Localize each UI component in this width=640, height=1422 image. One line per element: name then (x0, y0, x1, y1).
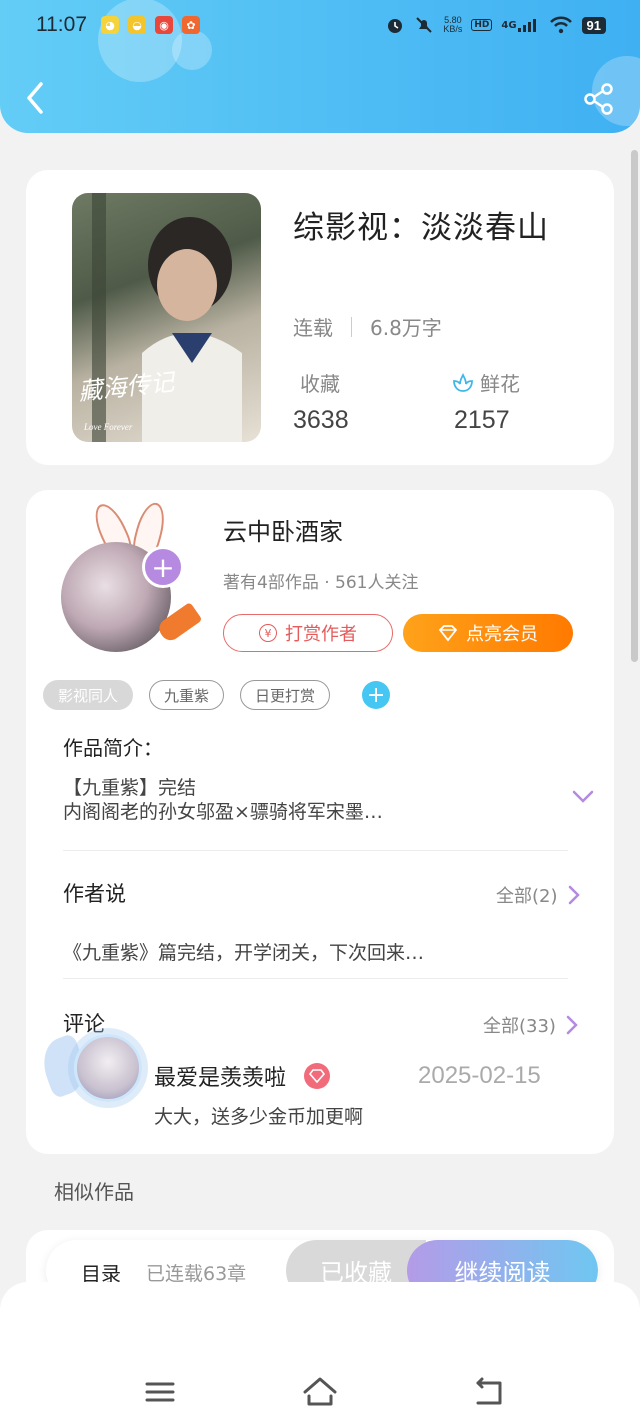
comments-heading: 评论 (63, 1012, 105, 1036)
favorites-count: 3638 (293, 406, 349, 434)
add-tag-button[interactable]: + (362, 681, 391, 709)
yen-coin-icon: ¥ (259, 624, 277, 642)
commenter-avatar[interactable] (74, 1034, 142, 1102)
menu-nav-button[interactable] (140, 1372, 180, 1412)
comments-see-all[interactable]: 全部(33) (483, 1012, 578, 1038)
app-icon: ◕ (101, 16, 119, 34)
back-nav-button[interactable] (468, 1372, 508, 1412)
author-says-see-all[interactable]: 全部(2) (496, 882, 580, 908)
expand-intro-icon[interactable] (572, 790, 594, 804)
see-all-label: 全部(33) (483, 1016, 556, 1037)
chevron-right-icon (566, 1015, 578, 1035)
vip-badge-icon (304, 1063, 331, 1089)
back-button[interactable] (22, 80, 52, 116)
author-stats: 著有4部作品 · 561人关注 (223, 573, 419, 593)
net-speed: 5.80 KB/s (443, 16, 462, 34)
meta-divider (351, 316, 352, 337)
status-indicators: 5.80 KB/s HD 4G 91 (385, 15, 606, 35)
hd-badge: HD (471, 19, 493, 31)
cell-signal-icon: 4G (501, 18, 539, 32)
author-name[interactable]: 云中卧酒家 (223, 512, 343, 547)
alarm-icon (385, 15, 405, 35)
author-avatar-frame[interactable]: + (58, 499, 203, 652)
similar-works-heading: 相似作品 (54, 1180, 134, 1204)
book-info-card: 藏海传记 Love Forever 综影视：淡淡春山 连载 6.8万字 收藏 3… (26, 170, 614, 465)
flowers-count: 2157 (454, 406, 510, 434)
battery-indicator: 91 (581, 16, 606, 34)
flowers-label[interactable]: 鲜花 (452, 368, 520, 397)
follow-author-button[interactable]: + (142, 546, 184, 588)
app-icon: ✿ (182, 16, 200, 34)
word-count: 6.8万字 (370, 316, 442, 340)
flower-icon (453, 372, 473, 392)
see-all-label: 全部(2) (496, 886, 558, 907)
plus-icon: + (366, 682, 386, 708)
favorites-label: 收藏 (300, 368, 340, 397)
author-says-heading: 作者说 (63, 882, 126, 906)
tag-item[interactable]: 九重紫 (149, 680, 225, 710)
book-title: 综影视：淡淡春山 (293, 210, 549, 246)
chevron-left-icon (27, 82, 43, 114)
intro-heading: 作品简介： (63, 736, 163, 760)
chevron-right-icon (568, 885, 580, 905)
weibo-icon: ◉ (155, 16, 173, 34)
net-speed-unit: KB/s (443, 24, 463, 34)
menu-icon (145, 1382, 175, 1402)
comment-text[interactable]: 大大，送多少金币加更啊 (154, 1102, 363, 1129)
tag-item[interactable]: 影视同人 (43, 680, 134, 710)
home-icon (303, 1377, 337, 1406)
status-time: 11:07 (36, 13, 87, 36)
intro-line: 内阁阁老的孙女邬盈×骠骑将军宋墨… (63, 801, 383, 823)
mute-bell-icon (414, 15, 434, 35)
flowers-label-text: 鲜花 (480, 372, 520, 396)
scrollbar-thumb[interactable] (631, 150, 638, 662)
cover-subtitle: Love Forever (84, 422, 133, 432)
status-bar: 11:07 ◕ ◒ ◉ ✿ 5.80 KB/s HD 4G 91 (0, 0, 640, 50)
tag-item[interactable]: 日更打赏 (240, 680, 331, 710)
share-button[interactable] (582, 82, 616, 116)
back-icon (476, 1377, 502, 1405)
top-header: 11:07 ◕ ◒ ◉ ✿ 5.80 KB/s HD 4G 91 (0, 0, 640, 133)
comment-user[interactable]: 最爱是羡羡啦 (154, 1060, 331, 1092)
reward-button-label: 打赏作者 (285, 624, 357, 645)
system-nav-bar (0, 1282, 640, 1422)
comment-date: 2025-02-15 (418, 1062, 541, 1089)
tag-list: 影视同人 九重紫 日更打赏 + (43, 680, 391, 710)
reward-author-button[interactable]: ¥ 打赏作者 (223, 614, 393, 652)
plus-icon: + (151, 550, 175, 584)
author-says-text[interactable]: 《九重紫》篇完结，开学闭关，下次回来… (63, 938, 424, 965)
diamond-icon (438, 625, 458, 642)
wifi-icon (549, 16, 573, 34)
favorites-label-text: 收藏 (300, 372, 340, 396)
intro-text[interactable]: 【九重紫】完结 内阁阁老的孙女邬盈×骠骑将军宋墨… (63, 776, 383, 824)
author-card: + 云中卧酒家 著有4部作品 · 561人关注 ¥ 打赏作者 点亮会员 影视同人… (26, 490, 614, 1154)
network-type: 4G (501, 19, 517, 31)
section-divider (63, 850, 568, 851)
activate-vip-button[interactable]: 点亮会员 (403, 614, 573, 652)
home-nav-button[interactable] (300, 1372, 340, 1412)
vip-button-label: 点亮会员 (466, 624, 538, 645)
book-cover[interactable]: 藏海传记 Love Forever (72, 193, 261, 442)
book-meta: 连载 6.8万字 (293, 312, 442, 341)
intro-line: 【九重紫】完结 (63, 777, 197, 799)
share-icon (584, 83, 613, 115)
serial-status: 连载 (293, 316, 333, 340)
app-icon: ◒ (128, 16, 146, 34)
section-divider (63, 978, 568, 979)
notification-icons: ◕ ◒ ◉ ✿ (101, 16, 200, 34)
commenter-name: 最爱是羡羡啦 (154, 1066, 287, 1091)
